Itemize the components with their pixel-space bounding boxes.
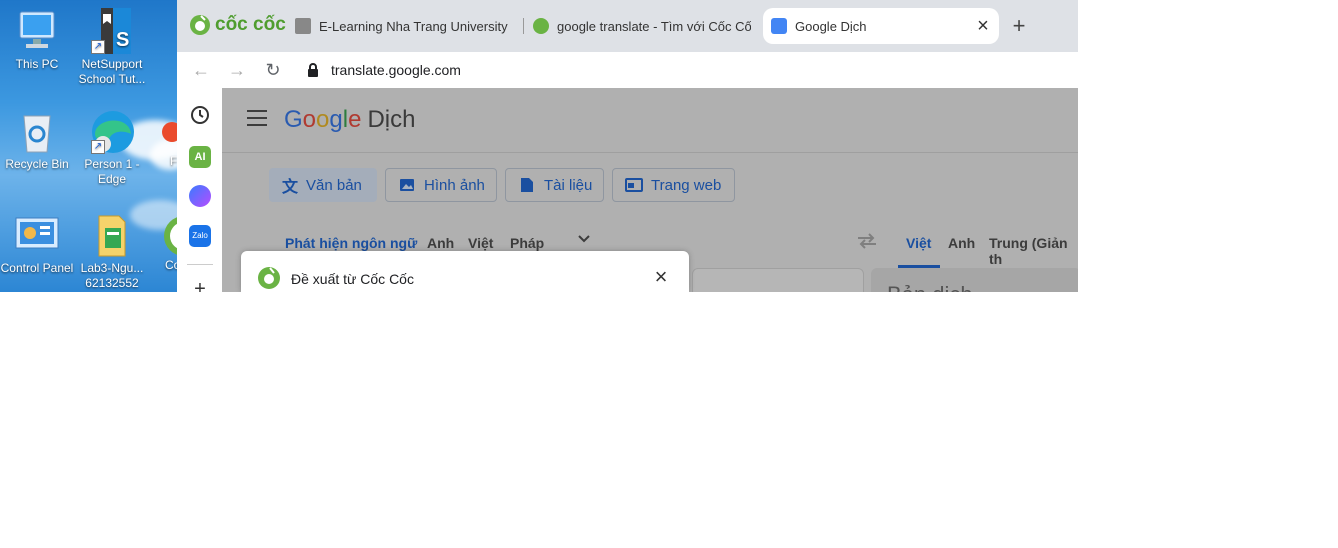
popup-close-icon[interactable]: × bbox=[649, 265, 673, 289]
sidebar-add-button[interactable]: + bbox=[189, 278, 211, 292]
ai-button[interactable]: AI bbox=[189, 146, 211, 168]
folder-icon bbox=[89, 212, 135, 258]
elearning-favicon bbox=[295, 18, 311, 34]
toolbar: ← → ↻ translate.google.com bbox=[177, 52, 1078, 88]
desktop-icon-label: Recycle Bin bbox=[5, 157, 69, 171]
image-icon bbox=[400, 179, 414, 191]
product-name: Dịch bbox=[367, 106, 416, 133]
tab-separator bbox=[523, 18, 524, 34]
tab-elearning[interactable]: E-Learning Nha Trang University bbox=[295, 8, 517, 44]
zalo-icon: Zalo bbox=[192, 231, 208, 240]
mode-document-button[interactable]: Tài liệu bbox=[505, 168, 604, 202]
popup-title: Đề xuất từ Cốc Cốc bbox=[291, 271, 414, 287]
coccoc-suggestion-popup: Đề xuất từ Cốc Cốc × bbox=[241, 251, 689, 292]
source-lang-french[interactable]: Pháp bbox=[510, 235, 544, 251]
desktop-icon-label: F bbox=[170, 154, 177, 168]
target-lang-vietnamese[interactable]: Việt bbox=[906, 235, 931, 251]
partial-icon-f bbox=[150, 108, 177, 154]
history-icon[interactable] bbox=[189, 104, 211, 126]
source-lang-dropdown-icon[interactable] bbox=[577, 232, 591, 246]
lang-detect[interactable]: Phát hiện ngôn ngữ bbox=[285, 235, 417, 251]
tab-bar: cốc cốc E-Learning Nha Trang University … bbox=[177, 0, 1078, 52]
desktop-icon-control-panel[interactable]: Control Panel bbox=[0, 212, 74, 276]
desktop-icon-label: Control Panel bbox=[0, 261, 74, 275]
desktop-icon-edge[interactable]: ↗ Person 1 - Edge bbox=[75, 108, 149, 187]
mode-image-button[interactable]: Hình ảnh bbox=[385, 168, 497, 202]
tab-label: E-Learning Nha Trang University bbox=[319, 18, 508, 34]
mode-label: Văn bản bbox=[306, 176, 362, 194]
tab-google-search[interactable]: google translate - Tìm với Cốc Cốc bbox=[533, 8, 751, 44]
target-lang-english[interactable]: Anh bbox=[948, 235, 975, 251]
source-text-box[interactable] bbox=[692, 268, 864, 292]
mode-web-button[interactable]: Trang web bbox=[612, 168, 735, 202]
coccoc-favicon bbox=[533, 18, 549, 34]
desktop-icon-label: This PC bbox=[15, 57, 59, 71]
swap-languages-icon[interactable] bbox=[856, 233, 878, 249]
coccoc-logo-text: cốc cốc bbox=[215, 14, 286, 35]
svg-text:S: S bbox=[116, 29, 129, 51]
mode-label: Trang web bbox=[651, 176, 722, 194]
reload-icon[interactable]: ↻ bbox=[261, 58, 285, 82]
desktop-icon-label: Lab3-Ngu... 62132552 bbox=[80, 261, 144, 290]
mode-label: Tài liệu bbox=[544, 176, 593, 194]
zalo-button[interactable]: Zalo bbox=[189, 225, 211, 247]
this-pc-icon bbox=[14, 8, 60, 54]
google-translate-logo[interactable]: Google Dịch bbox=[284, 106, 415, 134]
screenshot-area: This PC S ↗ NetSupport School Tut... Rec… bbox=[0, 0, 1078, 292]
desktop-icon-folder[interactable]: Lab3-Ngu... 62132552 bbox=[75, 212, 149, 291]
translation-placeholder: Bản dịch bbox=[887, 282, 973, 292]
address-bar[interactable]: translate.google.com bbox=[297, 55, 1078, 85]
translation-box: Bản dịch bbox=[871, 268, 1078, 292]
coccoc-logo-icon bbox=[258, 267, 280, 289]
desktop: This PC S ↗ NetSupport School Tut... Rec… bbox=[0, 0, 177, 292]
web-icon bbox=[625, 178, 643, 192]
desktop-icon-label: Co bbox=[165, 258, 177, 272]
desktop-icon-netsupport[interactable]: S ↗ NetSupport School Tut... bbox=[75, 8, 149, 87]
sidebar: AI Zalo + bbox=[177, 88, 223, 292]
control-panel-icon bbox=[14, 212, 60, 258]
coccoc-logo-icon bbox=[190, 15, 210, 35]
close-tab-icon[interactable]: × bbox=[971, 15, 995, 38]
shortcut-arrow-icon: ↗ bbox=[91, 40, 105, 54]
tab-label: Google Dịch bbox=[795, 18, 867, 34]
desktop-icon-partial-f[interactable]: F bbox=[150, 108, 177, 169]
source-lang-english[interactable]: Anh bbox=[427, 235, 454, 251]
desktop-icon-label: NetSupport School Tut... bbox=[78, 57, 146, 86]
desktop-icon-label: Person 1 - Edge bbox=[84, 157, 140, 186]
translate-header: Google Dịch bbox=[222, 88, 1078, 153]
partial-icon-co bbox=[150, 212, 177, 258]
new-tab-button[interactable]: + bbox=[1007, 12, 1031, 40]
translate-icon: 文 bbox=[282, 179, 299, 196]
document-icon bbox=[521, 178, 533, 192]
recycle-bin-icon bbox=[14, 108, 60, 154]
desktop-icon-partial-co[interactable]: Co bbox=[150, 212, 177, 273]
url-text: translate.google.com bbox=[331, 62, 461, 78]
messenger-icon[interactable] bbox=[189, 185, 211, 207]
desktop-icon-this-pc[interactable]: This PC bbox=[0, 8, 74, 72]
tab-google-dich[interactable]: Google Dịch × bbox=[763, 8, 999, 44]
coccoc-logo[interactable]: cốc cốc bbox=[189, 14, 286, 36]
edge-icon: ↗ bbox=[89, 108, 135, 154]
desktop-icon-recycle-bin[interactable]: Recycle Bin bbox=[0, 108, 74, 172]
browser-window: cốc cốc E-Learning Nha Trang University … bbox=[177, 0, 1078, 292]
target-lang-chinese[interactable]: Trung (Giản th bbox=[989, 235, 1078, 267]
google-wordmark: Google bbox=[284, 106, 362, 133]
mode-label: Hình ảnh bbox=[424, 176, 485, 194]
lock-icon bbox=[308, 63, 318, 77]
netsupport-icon: S ↗ bbox=[89, 8, 135, 54]
shortcut-arrow-icon: ↗ bbox=[91, 140, 105, 154]
mode-text-button[interactable]: 文 Văn bản bbox=[269, 168, 377, 202]
back-arrow-icon[interactable]: ← bbox=[189, 58, 213, 82]
forward-arrow-icon[interactable]: → bbox=[225, 58, 249, 82]
google-translate-favicon bbox=[771, 18, 787, 34]
ai-icon: AI bbox=[194, 151, 206, 163]
tab-label: google translate - Tìm với Cốc Cốc bbox=[557, 18, 751, 34]
sidebar-divider bbox=[187, 264, 213, 265]
hamburger-menu-icon[interactable] bbox=[247, 110, 267, 126]
source-lang-vietnamese[interactable]: Việt bbox=[468, 235, 493, 251]
